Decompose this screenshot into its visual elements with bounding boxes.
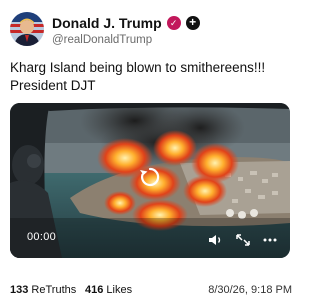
display-name[interactable]: Donald J. Trump [52,15,162,31]
retruths-count[interactable]: 133 ReTruths [10,284,76,296]
handle[interactable]: @realDonaldTrump [52,34,152,46]
replay-icon[interactable] [137,164,163,190]
video-player[interactable]: 00:00 [10,103,290,258]
fullscreen-icon[interactable] [234,233,252,247]
post-text-line: Kharg Island being blown to smithereens!… [10,60,266,75]
likes-count[interactable]: 416 Likes [85,284,132,296]
post-header: Donald J. Trump ✓ + @realDonaldTrump [10,10,290,50]
more-icon[interactable] [261,233,279,247]
avatar[interactable] [10,12,44,46]
post-text: Kharg Island being blown to smithereens!… [10,59,292,95]
video-time: 00:00 [27,231,57,243]
verified-badge-icon: ✓ [166,16,181,30]
post-stats: 133 ReTruths 416 Likes 8/30/26, 9:18 PM [10,284,292,298]
post-text-line: President DJT [10,78,96,93]
name-row: Donald J. Trump ✓ + [52,14,200,32]
plus-icon[interactable]: + [185,16,200,30]
post-timestamp[interactable]: 8/30/26, 9:18 PM [208,284,292,296]
volume-icon[interactable] [207,233,225,247]
